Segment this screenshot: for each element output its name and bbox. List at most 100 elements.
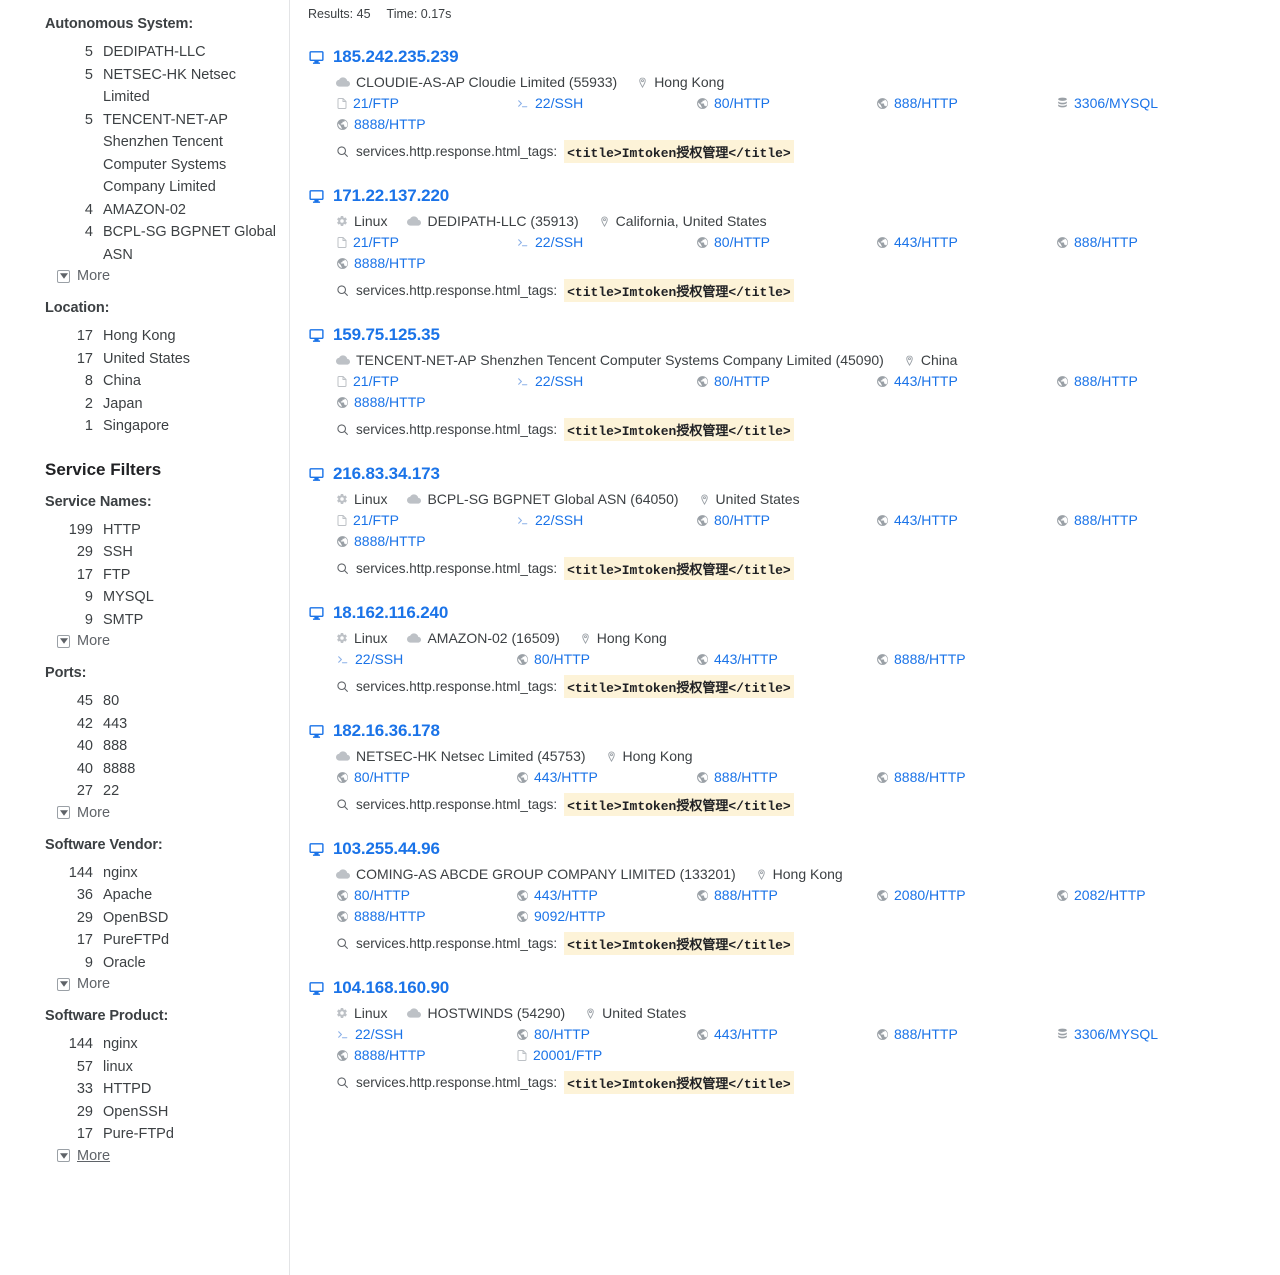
facet-label[interactable]: United States — [103, 348, 289, 371]
port-link[interactable]: 22/SSH — [516, 512, 696, 528]
facet-label[interactable]: TENCENT-NET-AP Shenzhen Tencent Computer… — [103, 109, 289, 199]
port-link[interactable]: 443/HTTP — [696, 1026, 876, 1042]
facet-label[interactable]: linux — [103, 1056, 289, 1079]
facet-label[interactable]: Pure-FTPd — [103, 1123, 289, 1146]
port-link[interactable]: 888/HTTP — [1056, 373, 1280, 389]
facet-item[interactable]: 9 MYSQL — [0, 586, 289, 609]
facet-item[interactable]: 4 BCPL-SG BGPNET Global ASN — [0, 221, 289, 266]
facet-label[interactable]: OpenSSH — [103, 1101, 289, 1124]
facet-item[interactable]: 5 NETSEC-HK Netsec Limited — [0, 64, 289, 109]
port-link[interactable]: 3306/MYSQL — [1056, 95, 1280, 111]
result-ip-link[interactable]: 216.83.34.173 — [333, 464, 440, 484]
port-link[interactable]: 22/SSH — [336, 1026, 516, 1042]
facet-item[interactable]: 4 AMAZON-02 — [0, 199, 289, 222]
facet-item[interactable]: 29 SSH — [0, 541, 289, 564]
facet-item[interactable]: 17 PureFTPd — [0, 929, 289, 952]
facet-label[interactable]: PureFTPd — [103, 929, 289, 952]
facet-item[interactable]: 33 HTTPD — [0, 1078, 289, 1101]
port-link[interactable]: 80/HTTP — [696, 95, 876, 111]
port-link[interactable]: 22/SSH — [336, 651, 516, 667]
port-link[interactable]: 21/FTP — [336, 234, 516, 250]
facet-more-button[interactable]: More — [0, 268, 289, 284]
port-link[interactable]: 8888/HTTP — [336, 1047, 516, 1063]
facet-label[interactable]: nginx — [103, 1033, 289, 1056]
facet-label[interactable]: nginx — [103, 862, 289, 885]
facet-item[interactable]: 17 FTP — [0, 564, 289, 587]
port-link[interactable]: 80/HTTP — [516, 1026, 696, 1042]
facet-item[interactable]: 1 Singapore — [0, 415, 289, 438]
facet-item[interactable]: 40 888 — [0, 735, 289, 758]
port-link[interactable]: 443/HTTP — [876, 373, 1056, 389]
port-link[interactable]: 80/HTTP — [336, 887, 516, 903]
port-link[interactable]: 8888/HTTP — [336, 116, 516, 132]
port-link[interactable]: 888/HTTP — [1056, 512, 1280, 528]
facet-item[interactable]: 40 8888 — [0, 758, 289, 781]
facet-label[interactable]: 888 — [103, 735, 289, 758]
port-link[interactable]: 443/HTTP — [876, 512, 1056, 528]
facet-item[interactable]: 5 DEDIPATH-LLC — [0, 41, 289, 64]
facet-item[interactable]: 57 linux — [0, 1056, 289, 1079]
facet-item[interactable]: 2 Japan — [0, 393, 289, 416]
port-link[interactable]: 21/FTP — [336, 373, 516, 389]
port-link[interactable]: 8888/HTTP — [876, 769, 1056, 785]
facet-label[interactable]: MYSQL — [103, 586, 289, 609]
port-link[interactable]: 888/HTTP — [1056, 234, 1280, 250]
facet-label[interactable]: Apache — [103, 884, 289, 907]
facet-item[interactable]: 36 Apache — [0, 884, 289, 907]
facet-more-button[interactable]: More — [0, 1148, 289, 1164]
port-link[interactable]: 80/HTTP — [516, 651, 696, 667]
port-link[interactable]: 888/HTTP — [696, 769, 876, 785]
port-link[interactable]: 443/HTTP — [876, 234, 1056, 250]
facet-label[interactable]: SSH — [103, 541, 289, 564]
port-link[interactable]: 443/HTTP — [516, 769, 696, 785]
port-link[interactable]: 22/SSH — [516, 95, 696, 111]
result-ip-link[interactable]: 18.162.116.240 — [333, 603, 448, 623]
facet-item[interactable]: 9 SMTP — [0, 609, 289, 632]
port-link[interactable]: 8888/HTTP — [876, 651, 1056, 667]
port-link[interactable]: 8888/HTTP — [336, 908, 516, 924]
facet-label[interactable]: Japan — [103, 393, 289, 416]
facet-label[interactable]: FTP — [103, 564, 289, 587]
facet-more-button[interactable]: More — [0, 976, 289, 992]
port-link[interactable]: 80/HTTP — [336, 769, 516, 785]
facet-label[interactable]: Hong Kong — [103, 325, 289, 348]
facet-label[interactable]: China — [103, 370, 289, 393]
port-link[interactable]: 8888/HTTP — [336, 394, 516, 410]
port-link[interactable]: 888/HTTP — [696, 887, 876, 903]
facet-label[interactable]: 8888 — [103, 758, 289, 781]
facet-item[interactable]: 199 HTTP — [0, 519, 289, 542]
port-link[interactable]: 2082/HTTP — [1056, 887, 1280, 903]
result-ip-link[interactable]: 103.255.44.96 — [333, 839, 440, 859]
port-link[interactable]: 80/HTTP — [696, 373, 876, 389]
port-link[interactable]: 80/HTTP — [696, 234, 876, 250]
facet-label[interactable]: 80 — [103, 690, 289, 713]
facet-item[interactable]: 27 22 — [0, 780, 289, 803]
facet-label[interactable]: BCPL-SG BGPNET Global ASN — [103, 221, 289, 266]
port-link[interactable]: 3306/MYSQL — [1056, 1026, 1280, 1042]
port-link[interactable]: 443/HTTP — [516, 887, 696, 903]
facet-label[interactable]: DEDIPATH-LLC — [103, 41, 289, 64]
facet-item[interactable]: 17 United States — [0, 348, 289, 371]
result-ip-link[interactable]: 171.22.137.220 — [333, 186, 449, 206]
port-link[interactable]: 443/HTTP — [696, 651, 876, 667]
facet-label[interactable]: AMAZON-02 — [103, 199, 289, 222]
result-ip-link[interactable]: 182.16.36.178 — [333, 721, 440, 741]
port-link[interactable]: 21/FTP — [336, 95, 516, 111]
result-ip-link[interactable]: 185.242.235.239 — [333, 47, 459, 67]
facet-more-button[interactable]: More — [0, 633, 289, 649]
facet-item[interactable]: 9 Oracle — [0, 952, 289, 975]
port-link[interactable]: 21/FTP — [336, 512, 516, 528]
port-link[interactable]: 888/HTTP — [876, 95, 1056, 111]
facet-label[interactable]: Oracle — [103, 952, 289, 975]
facet-label[interactable]: NETSEC-HK Netsec Limited — [103, 64, 289, 109]
facet-item[interactable]: 17 Hong Kong — [0, 325, 289, 348]
port-link[interactable]: 22/SSH — [516, 373, 696, 389]
facet-item[interactable]: 5 TENCENT-NET-AP Shenzhen Tencent Compute… — [0, 109, 289, 199]
port-link[interactable]: 80/HTTP — [696, 512, 876, 528]
facet-label[interactable]: HTTP — [103, 519, 289, 542]
port-link[interactable]: 888/HTTP — [876, 1026, 1056, 1042]
facet-item[interactable]: 144 nginx — [0, 1033, 289, 1056]
facet-more-button[interactable]: More — [0, 805, 289, 821]
port-link[interactable]: 8888/HTTP — [336, 255, 516, 271]
facet-item[interactable]: 45 80 — [0, 690, 289, 713]
